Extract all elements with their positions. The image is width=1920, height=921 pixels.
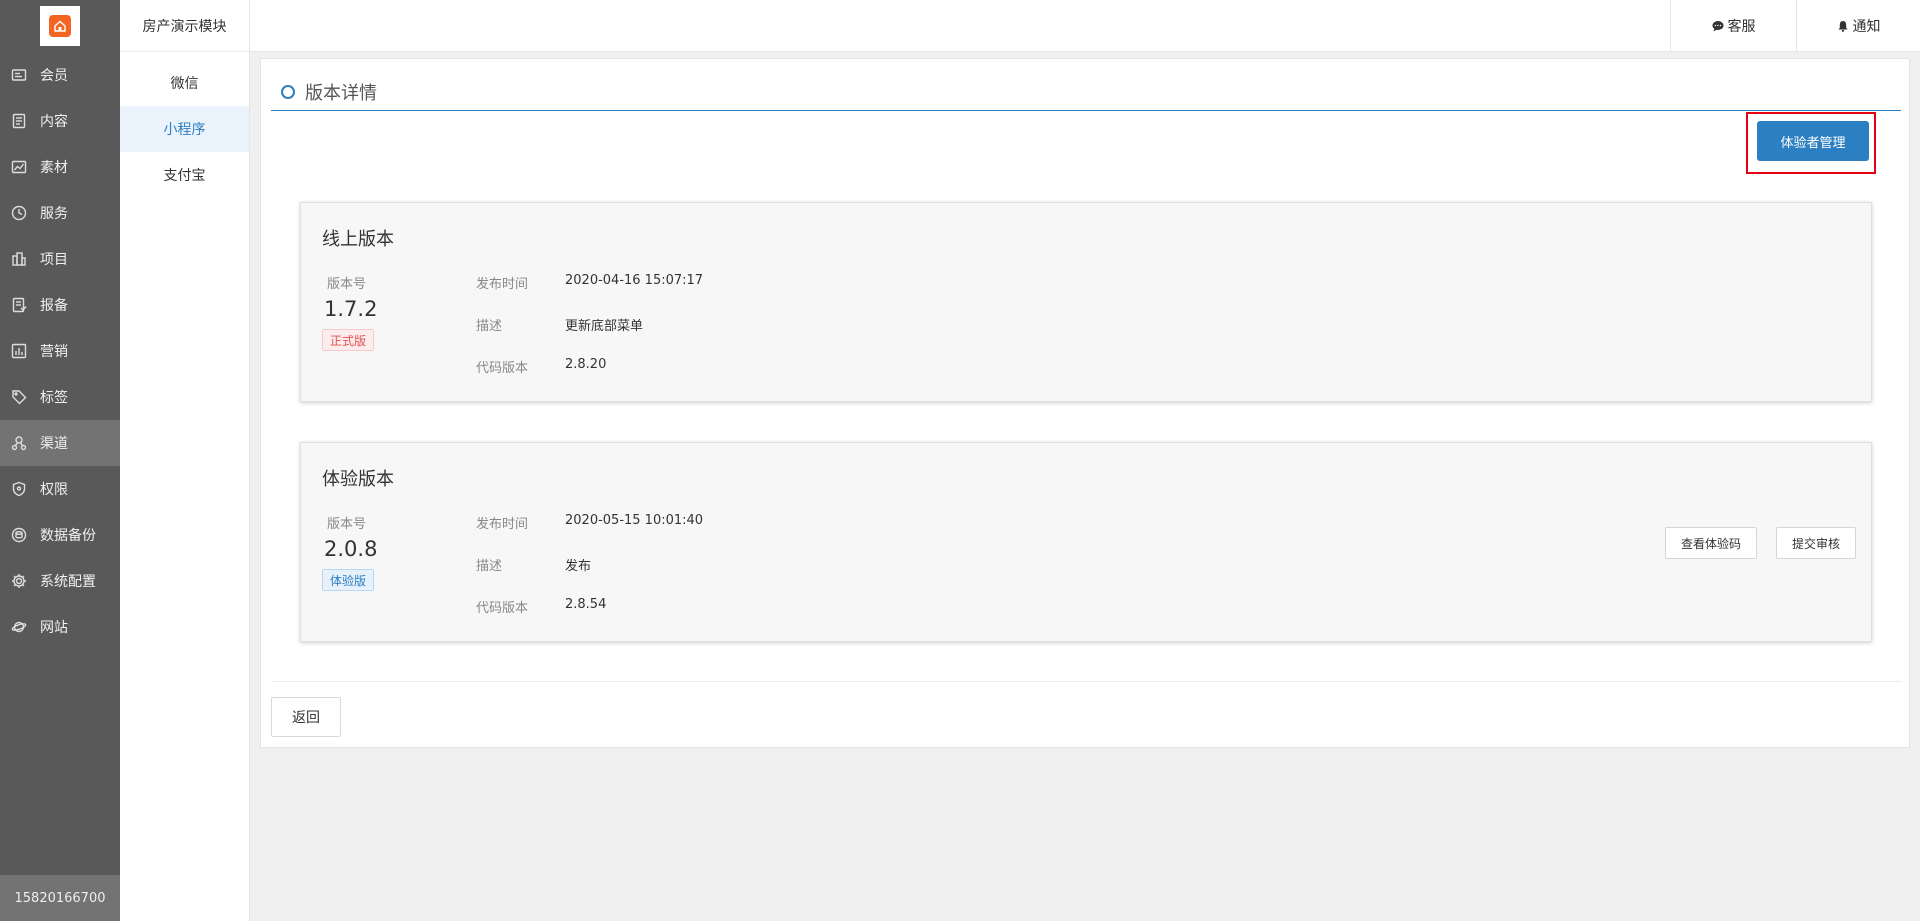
planet-icon	[10, 618, 28, 636]
house-logo-icon	[49, 15, 71, 37]
logo-area	[0, 0, 120, 52]
sidebar-item-label: 营销	[40, 344, 68, 360]
notification-button[interactable]: 通知	[1796, 0, 1920, 52]
description-value: 发布	[565, 559, 592, 574]
sidebar-item-permission[interactable]: 权限	[0, 466, 120, 512]
submenu-item-alipay[interactable]: 支付宝	[120, 152, 249, 198]
module-submenu: 房产演示模块 微信 小程序 支付宝	[120, 0, 250, 921]
bell-icon	[1838, 21, 1847, 32]
member-card-icon	[10, 66, 28, 84]
sidebar-item-label: 网站	[40, 620, 68, 636]
publish-time-label: 发布时间	[476, 517, 529, 532]
description-value: 更新底部菜单	[565, 319, 644, 334]
sidebar-item-label: 数据备份	[40, 528, 96, 544]
report-icon	[10, 296, 28, 314]
sidebar-item-label: 标签	[40, 390, 68, 406]
submit-review-button[interactable]: 提交审核	[1776, 527, 1856, 559]
submenu-title: 房产演示模块	[120, 0, 249, 52]
sidebar-item-label: 系统配置	[40, 574, 96, 590]
building-icon	[10, 250, 28, 268]
version-label: 版本号	[327, 517, 367, 532]
footer-divider	[271, 681, 1901, 682]
sidebar-item-label: 权限	[40, 482, 68, 498]
version-detail-panel: 版本详情 体验者管理 线上版本 版本号 1.7.2 正式版 发布时间 2020-…	[260, 58, 1910, 748]
publish-time-label: 发布时间	[476, 277, 529, 292]
sidebar-item-website[interactable]: 网站	[0, 604, 120, 650]
sidebar-item-material[interactable]: 素材	[0, 144, 120, 190]
version-number: 2.0.8	[324, 537, 378, 561]
sidebar-item-channel[interactable]: 渠道	[0, 420, 120, 466]
sidebar-item-label: 服务	[40, 206, 68, 222]
sidebar-item-project[interactable]: 项目	[0, 236, 120, 282]
trial-version-card: 体验版本 版本号 2.0.8 体验版 发布时间 2020-05-15 10:01…	[300, 442, 1872, 642]
marketing-chart-icon	[10, 342, 28, 360]
sidebar-item-system-config[interactable]: 系统配置	[0, 558, 120, 604]
clock-icon	[10, 204, 28, 222]
user-phone[interactable]: 15820166700	[0, 875, 120, 921]
submenu-item-mini-program[interactable]: 小程序	[120, 106, 249, 152]
gear-icon	[10, 572, 28, 590]
sidebar-item-member[interactable]: 会员	[0, 52, 120, 98]
sidebar-nav: 会员 内容 素材 服务 项目 报备 营销 标签 渠道 权限 数据备份 系统配置 …	[0, 52, 120, 650]
highlight-box: 体验者管理	[1746, 112, 1876, 174]
online-version-card: 线上版本 版本号 1.7.2 正式版 发布时间 2020-04-16 15:07…	[300, 202, 1872, 402]
code-version-label: 代码版本	[476, 601, 529, 616]
sidebar-item-label: 内容	[40, 114, 68, 130]
publish-time-value: 2020-04-16 15:07:17	[565, 273, 704, 288]
description-label: 描述	[476, 559, 503, 574]
panel-header: 版本详情	[271, 73, 1901, 111]
version-number: 1.7.2	[324, 297, 378, 321]
database-icon	[10, 526, 28, 544]
trial-badge: 体验版	[322, 569, 375, 591]
sidebar-item-tag[interactable]: 标签	[0, 374, 120, 420]
chart-image-icon	[10, 158, 28, 176]
shield-icon	[10, 480, 28, 498]
sidebar-item-report[interactable]: 报备	[0, 282, 120, 328]
app-logo[interactable]	[40, 6, 80, 46]
version-label: 版本号	[327, 277, 367, 292]
back-button[interactable]: 返回	[271, 697, 341, 737]
main-sidebar: 会员 内容 素材 服务 项目 报备 营销 标签 渠道 权限 数据备份 系统配置 …	[0, 0, 120, 921]
code-version-value: 2.8.20	[565, 357, 607, 372]
card-title: 线上版本	[322, 229, 394, 250]
tester-management-button[interactable]: 体验者管理	[1757, 121, 1869, 161]
document-icon	[10, 112, 28, 130]
publish-time-value: 2020-05-15 10:01:40	[565, 513, 704, 528]
sidebar-item-service[interactable]: 服务	[0, 190, 120, 236]
code-version-value: 2.8.54	[565, 597, 607, 612]
sidebar-item-label: 渠道	[40, 436, 68, 452]
submenu-item-wechat[interactable]: 微信	[120, 60, 249, 106]
sidebar-item-data-backup[interactable]: 数据备份	[0, 512, 120, 558]
tag-icon	[10, 388, 28, 406]
chat-bubble-icon	[1712, 21, 1723, 32]
sidebar-item-label: 报备	[40, 298, 68, 314]
card-title: 体验版本	[322, 469, 394, 490]
top-bar: 客服 通知	[250, 0, 1920, 52]
circle-icon	[281, 84, 295, 99]
notification-label: 通知	[1852, 19, 1881, 35]
sidebar-item-label: 素材	[40, 160, 68, 176]
description-label: 描述	[476, 319, 503, 334]
view-trial-qr-button[interactable]: 查看体验码	[1665, 527, 1757, 559]
sidebar-item-label: 会员	[40, 68, 68, 84]
channel-icon	[10, 434, 28, 452]
sidebar-item-label: 项目	[40, 252, 68, 268]
customer-service-button[interactable]: 客服	[1670, 0, 1796, 52]
release-badge: 正式版	[322, 329, 375, 351]
customer-service-label: 客服	[1727, 19, 1756, 35]
page-title: 版本详情	[305, 82, 377, 104]
sidebar-item-content[interactable]: 内容	[0, 98, 120, 144]
code-version-label: 代码版本	[476, 361, 529, 376]
sidebar-item-marketing[interactable]: 营销	[0, 328, 120, 374]
